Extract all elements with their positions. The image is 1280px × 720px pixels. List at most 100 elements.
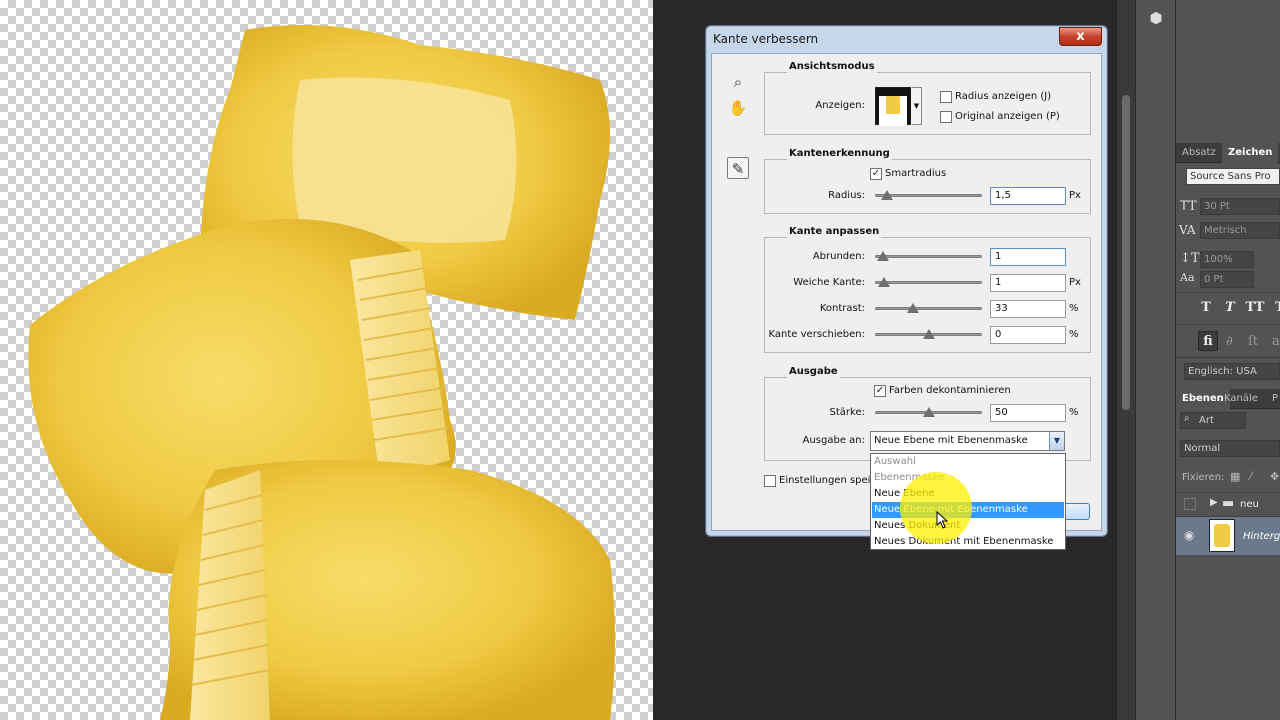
lock-brush-icon[interactable]: ⁄ [1250, 470, 1252, 483]
radius-label: Radius: [828, 190, 865, 201]
ok-button[interactable] [1062, 503, 1090, 520]
amount-label: Stärke: [829, 407, 865, 418]
ravioli-image [28, 25, 615, 720]
tab-pfade[interactable]: P [1266, 389, 1280, 409]
layer-thumbnail [1209, 519, 1235, 552]
feather-label: Weiche Kante: [793, 277, 865, 288]
baseline-icon: Aa [1180, 271, 1195, 284]
remember-settings-label: Einstellungen speich [779, 475, 883, 486]
contrast-slider-track[interactable] [875, 307, 982, 310]
zoom-tool-icon[interactable]: ⌕ [727, 71, 749, 93]
remember-settings-checkbox[interactable] [764, 475, 776, 487]
right-panels: Absatz Zeichen Source Sans Pro ꓔT 30 Pt … [1176, 0, 1280, 720]
output-title: Ausgabe [787, 366, 840, 378]
decontaminate-checkbox[interactable]: ✓ [874, 385, 886, 397]
shift-edge-input[interactable]: 0 [990, 326, 1066, 344]
show-original-label: Original anzeigen (P) [955, 111, 1060, 122]
smart-radius-checkbox[interactable]: ✓ [870, 168, 882, 180]
feather-slider-thumb[interactable] [877, 277, 890, 287]
feather-input[interactable]: 1 [990, 274, 1066, 292]
tab-zeichen[interactable]: Zeichen [1222, 143, 1279, 163]
feather-slider-track[interactable] [875, 281, 982, 284]
dropdown-item-auswahl[interactable]: Auswahl [872, 454, 1064, 470]
lock-transparency-icon[interactable]: ▦ [1230, 470, 1240, 483]
edge-detection-title: Kantenerkennung [787, 148, 892, 160]
eye-icon[interactable]: ◉ [1184, 528, 1194, 542]
hand-tool-icon[interactable]: ✋ [727, 97, 749, 119]
radius-unit: Px [1069, 190, 1081, 201]
shift-edge-slider-thumb[interactable] [923, 329, 935, 339]
smooth-label: Abrunden: [812, 251, 865, 262]
font-size-field[interactable]: 30 Pt [1200, 198, 1280, 215]
blend-mode-select[interactable]: Normal [1180, 440, 1280, 457]
vertical-scale-icon: ↕T [1180, 251, 1200, 266]
layer-filter-label: Art [1199, 415, 1214, 426]
amount-input[interactable]: 50 [990, 404, 1066, 422]
baseline-field[interactable]: 0 Pt [1200, 271, 1254, 288]
dropdown-item-ebenenmaske[interactable]: Ebenenmaske [872, 470, 1064, 486]
output-to-value: Neue Ebene mit Ebenenmaske [874, 435, 1028, 446]
layer-bg-name[interactable]: Hintergr [1243, 531, 1280, 542]
view-mode-title: Ansichtsmodus [787, 61, 877, 73]
show-original-checkbox[interactable] [940, 111, 952, 123]
refine-radius-brush-icon[interactable]: ✎ [727, 157, 749, 179]
contrast-slider-thumb[interactable] [907, 303, 920, 313]
font-size-icon: ꓔT [1180, 199, 1197, 214]
small-caps-button[interactable]: T [1270, 298, 1280, 318]
tab-absatz[interactable]: Absatz [1176, 143, 1222, 163]
smart-radius-label: Smartradius [885, 168, 947, 179]
layer-visibility-empty[interactable] [1184, 498, 1196, 510]
character-panel-tabs: Absatz Zeichen [1176, 143, 1280, 163]
view-mode-dropdown-arrow[interactable]: ▼ [912, 87, 922, 125]
ordinal-icon[interactable]: a [1272, 334, 1280, 349]
radius-input[interactable]: 1,5 [990, 187, 1066, 205]
vertical-scale-field[interactable]: 100% [1200, 251, 1254, 268]
contrast-label: Kontrast: [819, 303, 865, 314]
dialog-title: Kante verbessern [713, 32, 819, 46]
search-icon: ⌕ [1184, 413, 1190, 424]
layer-group-name[interactable]: neu [1240, 499, 1259, 510]
all-caps-button[interactable]: TT [1242, 298, 1268, 318]
swash-icon[interactable]: ∂ [1226, 334, 1233, 349]
amount-unit: % [1069, 407, 1079, 418]
output-to-label: Ausgabe an: [802, 435, 865, 446]
expand-triangle-icon[interactable]: ▶ [1210, 497, 1218, 508]
vertical-scrollbar[interactable] [1117, 0, 1135, 720]
cube-3d-icon[interactable]: ⬢ [1147, 9, 1165, 27]
lock-label: Fixieren: [1182, 472, 1225, 483]
decontaminate-label: Farben dekontaminieren [889, 385, 1011, 396]
close-button[interactable]: x [1059, 27, 1102, 46]
folder-icon: ▬ [1222, 496, 1235, 511]
document-canvas[interactable] [0, 0, 653, 720]
amount-slider-thumb[interactable] [923, 407, 935, 417]
dialog-titlebar[interactable]: Kante verbessern x [706, 26, 1107, 52]
font-family-field[interactable]: Source Sans Pro [1186, 168, 1280, 185]
ligature-button[interactable]: fi [1198, 331, 1218, 351]
faux-bold-button[interactable]: T [1196, 298, 1216, 318]
stylistic-icon[interactable]: ſt [1248, 334, 1258, 349]
tab-kanaele[interactable]: Kanäle [1218, 389, 1264, 409]
layers-panel-tabs: Ebenen Kanäle P [1176, 389, 1280, 409]
kerning-icon: VA [1179, 223, 1196, 237]
language-select[interactable]: Englisch: USA [1184, 363, 1280, 380]
contrast-input[interactable]: 33 [990, 300, 1066, 318]
faux-italic-button[interactable]: T [1220, 298, 1240, 318]
kerning-field[interactable]: Metrisch [1200, 222, 1280, 239]
shift-edge-label: Kante verschieben: [768, 329, 865, 340]
smooth-slider-track[interactable] [875, 255, 982, 258]
view-label: Anzeigen: [815, 100, 865, 111]
scrollbar-thumb[interactable] [1122, 95, 1130, 410]
show-radius-label: Radius anzeigen (J) [955, 91, 1052, 102]
output-to-select[interactable]: Neue Ebene mit Ebenenmaske ▼ [870, 431, 1065, 451]
view-mode-thumbnail[interactable] [875, 87, 911, 126]
smooth-slider-thumb[interactable] [876, 251, 889, 261]
chevron-down-icon[interactable]: ▼ [1049, 432, 1064, 450]
smooth-input[interactable]: 1 [990, 248, 1066, 266]
dropdown-item-neues-dokument-mit-maske[interactable]: Neues Dokument mit Ebenenmaske [872, 534, 1064, 550]
lock-move-icon[interactable]: ✥ [1270, 470, 1279, 483]
layer-filter-select[interactable]: Art [1180, 412, 1246, 429]
mouse-pointer-icon [936, 511, 949, 529]
radius-slider-thumb[interactable] [880, 190, 893, 200]
show-radius-checkbox[interactable] [940, 91, 952, 103]
shift-edge-unit: % [1069, 329, 1079, 340]
